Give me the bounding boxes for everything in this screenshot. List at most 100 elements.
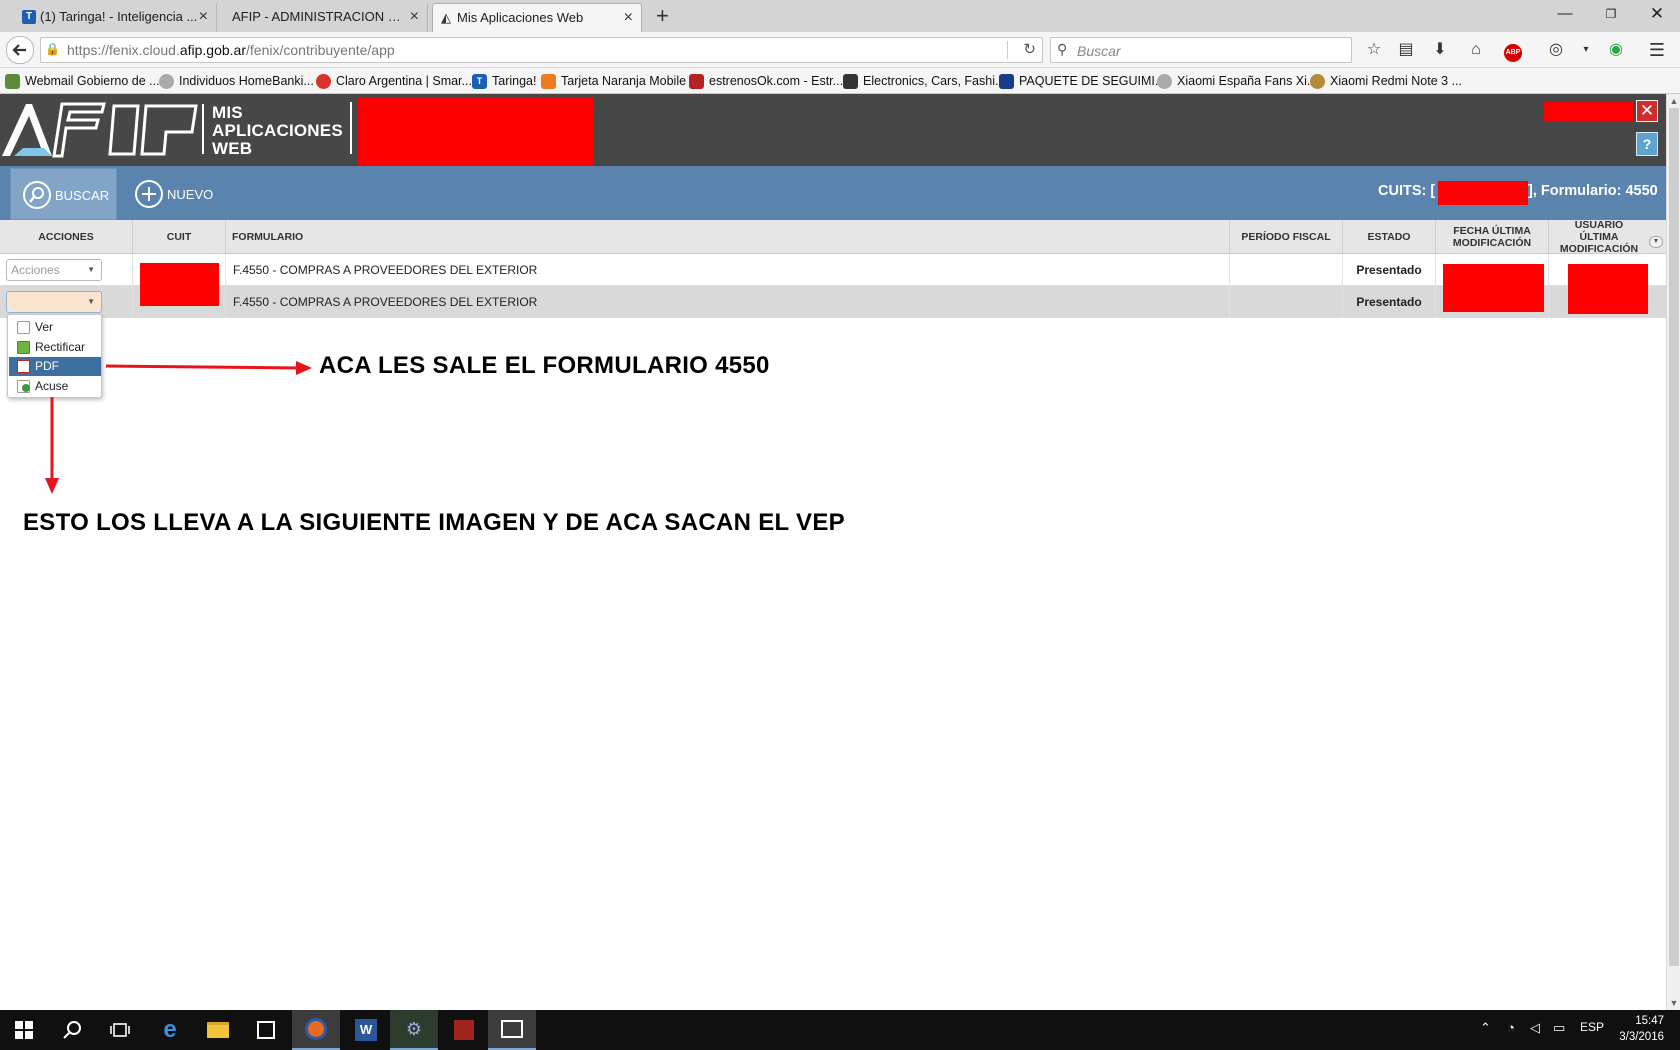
column-fecha-ultima-modificacion[interactable]: FECHA ÚLTIMA MODIFICACIÓN bbox=[1436, 220, 1549, 254]
table-row[interactable]: Acciones ▼ F.4550 - COMPRAS A PROVEEDORE… bbox=[0, 254, 1666, 286]
network-icon[interactable]: ◔ bbox=[1507, 1020, 1515, 1035]
edge-button[interactable]: e bbox=[146, 1010, 194, 1050]
extension-icon[interactable]: ◎ bbox=[1545, 39, 1567, 61]
vertical-scrollbar[interactable]: ▲ ▼ bbox=[1666, 94, 1680, 1010]
url-bar[interactable]: 🔒 https://fenix.cloud.afip.gob.ar/fenix/… bbox=[40, 37, 1043, 63]
menu-item-pdf[interactable]: PDF bbox=[9, 357, 101, 376]
bookmarks-bar: Webmail Gobierno de ... Individuos HomeB… bbox=[0, 68, 1680, 94]
task-view-button[interactable] bbox=[96, 1010, 144, 1050]
minimize-button[interactable]: — bbox=[1542, 0, 1588, 30]
buscar-label: BUSCAR bbox=[55, 188, 110, 203]
scroll-down-icon[interactable]: ▼ bbox=[1667, 996, 1680, 1010]
close-app-button[interactable]: ✕ bbox=[1636, 100, 1658, 122]
reload-icon[interactable]: ↻ bbox=[1023, 40, 1036, 58]
buscar-button[interactable]: BUSCAR bbox=[10, 168, 117, 220]
store-button[interactable] bbox=[242, 1010, 290, 1050]
folder-icon bbox=[207, 1022, 229, 1038]
photos-icon bbox=[501, 1020, 523, 1038]
menu-item-rectificar[interactable]: Rectificar bbox=[9, 338, 101, 357]
action-center-icon[interactable]: ▭ bbox=[1553, 1020, 1565, 1036]
new-tab-button[interactable]: + bbox=[656, 3, 669, 29]
estado-cell: Presentado bbox=[1343, 254, 1436, 286]
taringa-icon: T bbox=[22, 10, 36, 24]
view-icon bbox=[17, 321, 30, 334]
afip-icon: ◭ bbox=[441, 10, 451, 25]
search-button[interactable] bbox=[48, 1010, 96, 1050]
bookmark-taringa[interactable]: T Taringa! bbox=[472, 72, 536, 90]
navigation-bar: 🔒 https://fenix.cloud.afip.gob.ar/fenix/… bbox=[0, 32, 1680, 68]
menu-item-ver[interactable]: Ver bbox=[9, 318, 101, 337]
acciones-dropdown-open[interactable]: ▼ bbox=[6, 291, 102, 313]
close-icon[interactable]: × bbox=[410, 3, 419, 31]
logo-divider bbox=[202, 104, 204, 154]
dropdown-icon[interactable]: ▾ bbox=[1575, 39, 1597, 61]
bookmark-icon bbox=[843, 74, 858, 89]
column-periodo-fiscal[interactable]: PERÍODO FISCAL bbox=[1230, 220, 1343, 254]
column-usuario-ultima-modificacion[interactable]: USUARIO ÚLTIMA MODIFICACIÓN bbox=[1549, 219, 1649, 255]
show-hidden-icons[interactable]: ⌃ bbox=[1480, 1020, 1491, 1036]
menu-item-acuse[interactable]: Acuse bbox=[9, 377, 101, 396]
bookmark-icon bbox=[1310, 74, 1325, 89]
bookmark-naranja[interactable]: Tarjeta Naranja Mobile bbox=[541, 72, 686, 90]
bookmark-homebanking[interactable]: Individuos HomeBanki... bbox=[159, 72, 314, 90]
afip-logo bbox=[2, 102, 198, 158]
volume-icon[interactable]: ◁ bbox=[1530, 1020, 1540, 1036]
scroll-thumb[interactable] bbox=[1669, 108, 1679, 966]
app-title: MIS APLICACIONES WEB bbox=[212, 103, 343, 158]
tab-taringa[interactable]: T (1) Taringa! - Inteligencia ... × bbox=[16, 3, 217, 32]
bookmark-webmail[interactable]: Webmail Gobierno de ... bbox=[5, 72, 160, 90]
acciones-dropdown[interactable]: Acciones ▼ bbox=[6, 259, 102, 281]
bookmark-icon bbox=[1157, 74, 1172, 89]
column-cuit[interactable]: CUIT bbox=[133, 220, 226, 254]
adblock-icon[interactable]: ABP bbox=[1502, 39, 1524, 62]
dota-button[interactable] bbox=[440, 1010, 488, 1050]
clock-time: 15:47 bbox=[1635, 1015, 1664, 1027]
grammarly-icon[interactable]: ◉ bbox=[1605, 39, 1627, 61]
help-button[interactable]: ? bbox=[1636, 132, 1658, 156]
bookmark-redmi[interactable]: Xiaomi Redmi Note 3 ... bbox=[1310, 72, 1462, 90]
scroll-up-icon[interactable]: ▲ bbox=[1667, 94, 1680, 108]
chevron-down-icon: ▼ bbox=[87, 297, 95, 306]
firefox-button[interactable] bbox=[292, 1010, 340, 1050]
bookmark-electronics[interactable]: Electronics, Cars, Fashi... bbox=[843, 72, 1005, 90]
bookmark-paquete[interactable]: PAQUETE DE SEGUIMI... bbox=[999, 72, 1165, 90]
start-button[interactable] bbox=[0, 1010, 48, 1050]
menu-icon[interactable]: ☰ bbox=[1646, 39, 1668, 61]
tab-afip-admin[interactable]: AFIP - ADMINISTRACION FED... × bbox=[218, 3, 428, 32]
download-icon bbox=[17, 380, 30, 393]
store-icon bbox=[257, 1021, 275, 1039]
file-explorer-button[interactable] bbox=[194, 1010, 242, 1050]
steam-icon: ⚙ bbox=[405, 1018, 423, 1039]
nuevo-button[interactable]: NUEVO bbox=[131, 168, 231, 220]
bookmark-xiaomi-espana[interactable]: Xiaomi España Fans Xi... bbox=[1157, 72, 1317, 90]
edit-icon bbox=[17, 341, 30, 354]
column-menu-icon[interactable]: ▼ bbox=[1649, 236, 1663, 248]
bookmark-estrenosok[interactable]: estrenosOk.com - Estr... bbox=[689, 72, 843, 90]
column-acciones[interactable]: ACCIONES bbox=[0, 220, 133, 254]
column-estado[interactable]: ESTADO bbox=[1343, 220, 1436, 254]
steam-button[interactable]: ⚙ bbox=[390, 1010, 438, 1050]
clock[interactable]: 15:47 3/3/2016 bbox=[1619, 1013, 1664, 1045]
bookmark-star-icon[interactable]: ☆ bbox=[1363, 39, 1385, 61]
restore-button[interactable]: ❐ bbox=[1588, 0, 1634, 30]
tab-mis-aplicaciones[interactable]: ◭ Mis Aplicaciones Web × bbox=[432, 3, 642, 32]
search-bar[interactable]: ⚲ Buscar bbox=[1050, 37, 1352, 63]
search-icon bbox=[23, 181, 51, 209]
down-arrow-head bbox=[45, 478, 59, 494]
window-close-button[interactable]: ✕ bbox=[1634, 0, 1680, 30]
home-icon[interactable]: ⌂ bbox=[1465, 39, 1487, 61]
close-icon[interactable]: × bbox=[624, 4, 633, 32]
download-icon[interactable]: ⬇ bbox=[1429, 39, 1451, 61]
table-row[interactable]: ▼ F.4550 - COMPRAS A PROVEEDORES DEL EXT… bbox=[0, 286, 1666, 318]
windows-icon bbox=[15, 1021, 33, 1039]
bookmark-claro[interactable]: Claro Argentina | Smar... bbox=[316, 72, 472, 90]
column-formulario[interactable]: FORMULARIO bbox=[226, 220, 1230, 254]
word-button[interactable]: W bbox=[342, 1010, 390, 1050]
chevron-down-icon: ▼ bbox=[87, 265, 95, 274]
periodo-cell bbox=[1230, 254, 1343, 286]
language-indicator[interactable]: ESP bbox=[1580, 1020, 1604, 1034]
close-icon[interactable]: × bbox=[199, 3, 208, 31]
back-button[interactable] bbox=[6, 36, 34, 64]
photos-button[interactable] bbox=[488, 1010, 536, 1050]
reading-list-icon[interactable]: ▤ bbox=[1395, 39, 1417, 61]
